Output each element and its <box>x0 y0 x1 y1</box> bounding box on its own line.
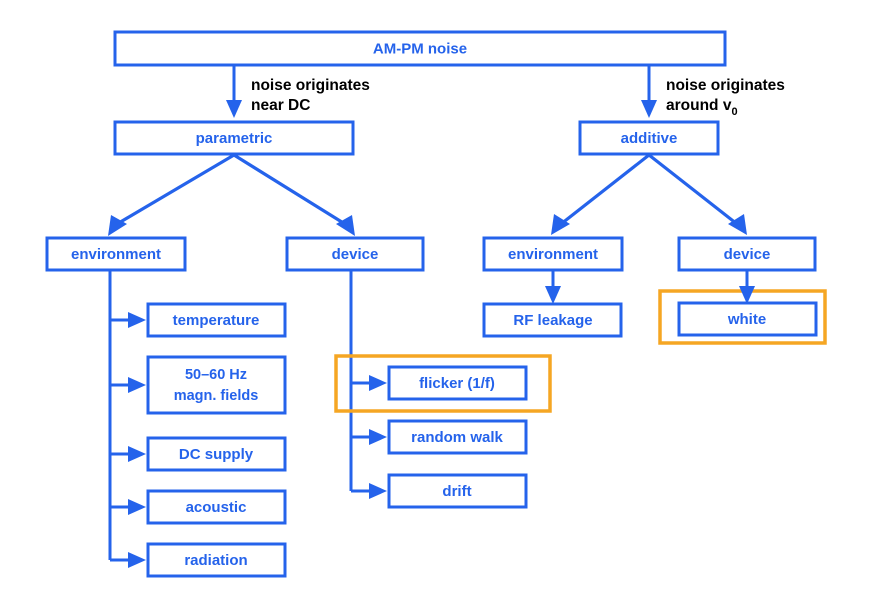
edge-to-random-walk <box>351 429 387 445</box>
edge-additive-to-environment <box>551 153 650 235</box>
node-dc-supply-label: DC supply <box>179 446 254 463</box>
edge-to-rf-leakage-arrowhead <box>545 286 561 304</box>
node-parametric-label: parametric <box>196 130 273 147</box>
annotation-additive: noise originates around v0 <box>666 77 785 118</box>
node-additive-label: additive <box>621 130 678 147</box>
annotation-parametric-line1: noise originates <box>251 77 370 94</box>
edge-root-to-parametric-arrowhead <box>226 100 242 118</box>
node-additive-environment-label: environment <box>508 246 598 263</box>
node-radiation: radiation <box>146 542 287 578</box>
node-rf-leakage-label: RF leakage <box>513 312 592 329</box>
node-parametric: parametric <box>113 120 355 156</box>
edge-to-temperature-arrowhead <box>128 312 146 328</box>
edge-to-drift <box>351 483 387 499</box>
annotation-parametric-line2: near DC <box>251 97 310 114</box>
node-drift-label: drift <box>442 483 471 500</box>
node-temperature: temperature <box>146 302 287 338</box>
edge-to-drift-arrowhead <box>369 483 387 499</box>
annotation-additive-subscript: 0 <box>731 106 737 118</box>
edge-parametric-to-device-line <box>233 153 346 226</box>
edge-to-white-arrowhead <box>739 286 755 304</box>
node-drift: drift <box>387 473 528 509</box>
diagram-canvas: AM-PM noise noise originates near DC noi… <box>45 30 827 578</box>
node-acoustic-label: acoustic <box>186 499 247 516</box>
node-rf-leakage: RF leakage <box>482 302 623 338</box>
edge-root-to-additive-arrowhead <box>641 100 657 118</box>
edge-to-temperature <box>110 312 146 328</box>
node-additive-device: device <box>677 236 817 272</box>
node-white: white <box>677 301 818 337</box>
node-random-walk: random walk <box>387 419 528 455</box>
edge-additive-to-environment-line <box>560 153 650 226</box>
node-parametric-device: device <box>285 236 425 272</box>
node-magnetic-fields-label-line2: magn. fields <box>174 388 259 404</box>
edge-to-acoustic-arrowhead <box>128 499 146 515</box>
node-flicker-label: flicker (1/f) <box>419 375 495 392</box>
edge-to-random-walk-arrowhead <box>369 429 387 445</box>
edge-parametric-to-environment <box>108 153 235 236</box>
node-dc-supply: DC supply <box>146 436 287 472</box>
node-magnetic-fields-label-line1: 50–60 Hz <box>185 367 247 383</box>
edge-root-to-additive <box>641 65 657 118</box>
node-magnetic-fields-box <box>146 355 287 415</box>
am-pm-noise-diagram: AM-PM noise noise originates near DC noi… <box>0 0 877 614</box>
edge-to-flicker-arrowhead <box>369 375 387 391</box>
node-acoustic: acoustic <box>146 489 287 525</box>
node-additive: additive <box>578 120 720 156</box>
annotation-parametric: noise originates near DC <box>251 77 370 114</box>
edge-to-dc-supply <box>110 446 146 462</box>
node-additive-environment: environment <box>482 236 624 272</box>
annotation-additive-line2-text: around v <box>666 97 732 114</box>
edge-to-acoustic <box>110 499 146 515</box>
node-radiation-label: radiation <box>184 552 247 569</box>
node-additive-device-label: device <box>724 246 771 263</box>
node-random-walk-label: random walk <box>411 429 503 446</box>
edge-to-magnetic-fields-arrowhead <box>128 377 146 393</box>
edge-to-radiation-arrowhead <box>128 552 146 568</box>
annotation-additive-line2: around v0 <box>666 97 738 118</box>
node-temperature-label: temperature <box>173 312 260 329</box>
edge-parametric-to-device <box>233 153 355 236</box>
edge-to-rf-leakage <box>545 270 561 304</box>
edge-to-magnetic-fields <box>110 377 146 393</box>
node-flicker: flicker (1/f) <box>387 365 528 401</box>
edge-to-flicker <box>351 375 387 391</box>
node-am-pm-noise-label: AM-PM noise <box>373 40 467 57</box>
edge-to-white <box>739 270 755 304</box>
edge-parametric-to-environment-line <box>116 153 235 226</box>
annotation-additive-line1: noise originates <box>666 77 785 94</box>
node-parametric-environment: environment <box>45 236 187 272</box>
edge-to-dc-supply-arrowhead <box>128 446 146 462</box>
edge-additive-to-device-line <box>648 153 738 226</box>
node-am-pm-noise: AM-PM noise <box>113 30 727 67</box>
node-magnetic-fields: 50–60 Hz magn. fields <box>146 355 287 415</box>
edge-to-radiation <box>110 552 146 568</box>
edge-root-to-parametric <box>226 65 242 118</box>
node-white-label: white <box>727 311 766 328</box>
node-parametric-device-label: device <box>332 246 379 263</box>
edge-additive-to-device <box>648 153 747 235</box>
edge-parametric-to-device-arrowhead <box>336 215 355 236</box>
node-parametric-environment-label: environment <box>71 246 161 263</box>
